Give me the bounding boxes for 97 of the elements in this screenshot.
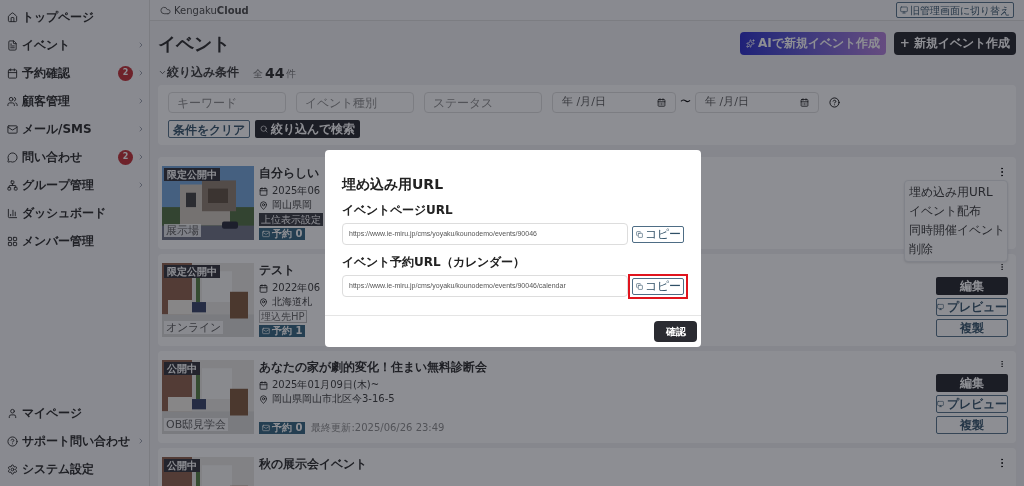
logo-text: KengakuCloud bbox=[174, 3, 249, 18]
page-title: イベント bbox=[158, 31, 230, 56]
location-icon bbox=[259, 200, 268, 210]
event-tag: 埋込先HP bbox=[259, 310, 307, 323]
nav-item[interactable]: 予約確認 2 bbox=[0, 59, 149, 87]
calendar-icon bbox=[259, 283, 268, 293]
nav-icon bbox=[7, 179, 18, 191]
calendar-icon bbox=[800, 98, 809, 107]
edit-button[interactable]: 編集 bbox=[936, 374, 1008, 392]
status-badge: 限定公開中 bbox=[164, 265, 220, 278]
nav-item[interactable]: 顧客管理 bbox=[0, 87, 149, 115]
nav-icon bbox=[7, 235, 18, 247]
event-date: 2025年01月09日(木)~ bbox=[272, 379, 380, 391]
duplicate-button[interactable]: 複製 bbox=[936, 416, 1008, 434]
monitor-icon bbox=[900, 6, 908, 14]
event-title: テスト bbox=[259, 263, 295, 278]
event-location: 岡山県岡山市北区今3-16-5 bbox=[272, 393, 395, 405]
event-date: 2022年06 bbox=[272, 282, 321, 294]
location-icon bbox=[259, 394, 268, 404]
monitor-icon bbox=[937, 400, 944, 408]
mail-icon bbox=[262, 230, 270, 238]
dialog-title: 埋め込み用URL bbox=[342, 175, 445, 194]
reservation-badge: 予約 0 bbox=[259, 422, 306, 434]
nav-item[interactable]: グループ管理 bbox=[0, 171, 149, 199]
total-suffix: 件 bbox=[286, 67, 297, 81]
location-icon bbox=[259, 297, 268, 307]
nav-icon bbox=[7, 39, 18, 51]
menu-item[interactable]: イベント配布 bbox=[905, 202, 985, 221]
confirm-button[interactable]: 確認 bbox=[654, 321, 697, 342]
event-type-label: 展示場 bbox=[164, 224, 201, 237]
event-title: 秋の展示会イベント bbox=[259, 457, 367, 472]
menu-item[interactable]: 同時開催イベント bbox=[905, 221, 1009, 240]
menu-item[interactable]: 埋め込み用URL bbox=[905, 183, 997, 202]
status-badge: 公開中 bbox=[164, 459, 200, 472]
new-event-button[interactable]: + 新規イベント作成 bbox=[893, 31, 1016, 55]
help-icon[interactable] bbox=[829, 97, 840, 108]
nav-icon bbox=[7, 151, 18, 163]
mail-icon bbox=[262, 424, 270, 432]
monitor-icon bbox=[937, 303, 944, 311]
nav-item[interactable]: サポート問い合わせ bbox=[0, 427, 149, 455]
copy-icon bbox=[635, 282, 643, 290]
search-icon bbox=[260, 125, 268, 133]
calendar-icon bbox=[259, 186, 268, 196]
event-location: 北海道札 bbox=[272, 296, 312, 308]
duplicate-button[interactable]: 複製 bbox=[936, 319, 1008, 337]
preview-button[interactable]: プレビュー bbox=[936, 298, 1008, 316]
search-button[interactable]: 絞り込んで検索 bbox=[255, 120, 360, 138]
nav-item[interactable]: メンバー管理 bbox=[0, 227, 149, 255]
calendar-icon bbox=[259, 380, 268, 390]
status-badge: 公開中 bbox=[164, 362, 200, 375]
nav-icon bbox=[7, 207, 18, 219]
event-type-label: オンライン bbox=[164, 321, 223, 334]
event-location: 岡山県岡 bbox=[272, 199, 312, 211]
reservation-badge: 予約 1 bbox=[259, 325, 306, 337]
event-type-label: OB邸見学会 bbox=[164, 418, 229, 431]
nav-icon bbox=[7, 67, 18, 79]
nav-item[interactable]: トップページ bbox=[0, 3, 149, 31]
reservation-badge: 予約 0 bbox=[259, 228, 306, 240]
cloud-icon bbox=[160, 4, 171, 16]
nav-icon bbox=[7, 123, 18, 135]
ai-create-button[interactable]: AIで新規イベント作成 bbox=[740, 31, 886, 55]
field-label: イベントページURL bbox=[342, 202, 453, 219]
nav-item[interactable]: システム設定 bbox=[0, 455, 149, 483]
copy-icon bbox=[635, 230, 643, 238]
nav-item[interactable]: イベント bbox=[0, 31, 149, 59]
event-date: 2025年06 bbox=[272, 185, 321, 197]
preview-button[interactable]: プレビュー bbox=[936, 395, 1008, 413]
nav-item[interactable]: メール/SMS bbox=[0, 115, 149, 143]
event-title: あなたの家が劇的変化！住まい無料診断会 bbox=[259, 360, 487, 375]
mail-icon bbox=[262, 327, 270, 335]
calendar-icon bbox=[657, 98, 666, 107]
nav-icon bbox=[7, 11, 18, 23]
edit-button[interactable]: 編集 bbox=[936, 277, 1008, 295]
nav-item[interactable]: 問い合わせ 2 bbox=[0, 143, 149, 171]
switch-button[interactable]: 旧管理画面に切り替え bbox=[896, 2, 1014, 18]
copy-button[interactable]: コピー bbox=[632, 225, 684, 243]
field-label: イベント予約URL（カレンダー） bbox=[342, 254, 525, 271]
nav-icon bbox=[7, 95, 18, 107]
nav-item[interactable]: マイページ bbox=[0, 399, 149, 427]
filter-toggle[interactable]: 絞り込み条件 bbox=[158, 63, 239, 81]
event-title: 自分らしい bbox=[259, 166, 319, 181]
nav-item[interactable]: ダッシュボード bbox=[0, 199, 149, 227]
status-badge: 限定公開中 bbox=[164, 168, 220, 181]
date-field[interactable]: 年 /月/日 bbox=[552, 92, 676, 113]
nav-icon bbox=[7, 407, 18, 419]
count-badge: 2 bbox=[118, 149, 133, 165]
date-field[interactable]: 年 /月/日 bbox=[695, 92, 819, 113]
copy-button[interactable]: コピー bbox=[632, 277, 684, 295]
clear-button[interactable]: 条件をクリア bbox=[168, 120, 250, 138]
nav-icon bbox=[7, 435, 18, 447]
total-count: 44 bbox=[265, 65, 285, 81]
date-separator: 〜 bbox=[680, 94, 691, 111]
sparkle-icon bbox=[746, 38, 755, 48]
event-tag: 上位表示設定 bbox=[259, 213, 323, 226]
nav-icon bbox=[7, 463, 18, 475]
menu-item[interactable]: 削除 bbox=[905, 240, 937, 259]
count-badge: 2 bbox=[118, 65, 133, 81]
